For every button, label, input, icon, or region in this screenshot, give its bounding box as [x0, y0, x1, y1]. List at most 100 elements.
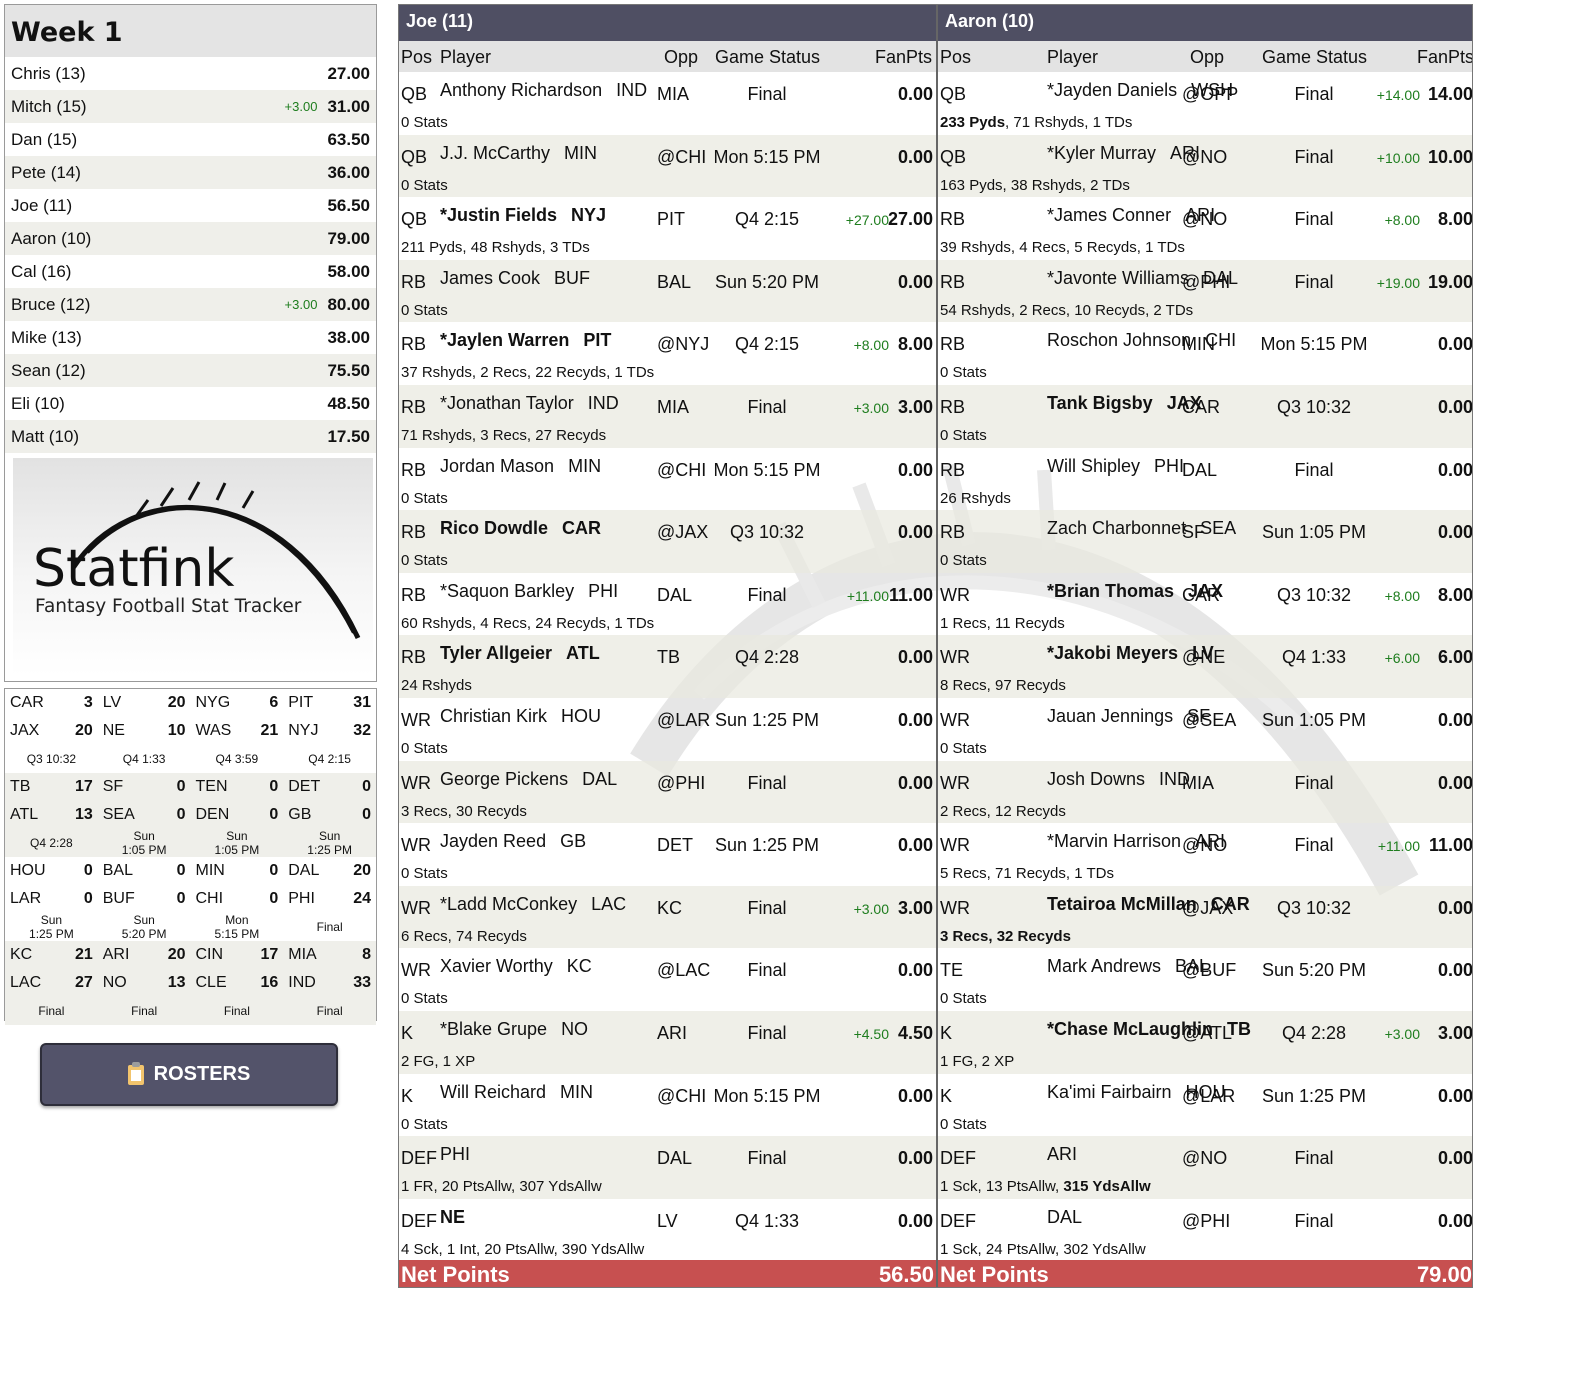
fantasy-points: 0.00 [1437, 334, 1473, 355]
player-name[interactable]: DAL [1047, 1207, 1082, 1227]
player-name[interactable]: Roschon Johnson [1047, 330, 1191, 350]
team-header[interactable]: Aaron (10) [938, 5, 1472, 41]
home-score: 0 [362, 806, 371, 823]
game-score[interactable]: SF 0 SEA 0 Sun 1:05 PM [98, 773, 191, 857]
fanpts-header[interactable]: FanPts [875, 47, 932, 68]
game-score[interactable]: DAL 20 PHI 24 Final [283, 857, 376, 941]
fantasy-points: 0.00 [897, 146, 933, 167]
player-name[interactable]: *Brian Thomas [1047, 581, 1174, 601]
standing-row[interactable]: Pete (14) 36.00 [5, 156, 376, 189]
player-name[interactable]: NE [440, 1207, 465, 1227]
game-status-header[interactable]: Game Status [1262, 47, 1367, 68]
stats-bold: 315 YdsAllw [1063, 1178, 1151, 1196]
team-header[interactable]: Joe (11) [399, 5, 936, 41]
player-name-group: *Jonathan Taylor IND [440, 393, 619, 414]
player-name[interactable]: Mark Andrews [1047, 956, 1161, 976]
standing-row[interactable]: Eli (10) 48.50 [5, 387, 376, 420]
rosters-button[interactable]: ROSTERS [40, 1043, 338, 1106]
player-name[interactable]: *Saquon Barkley [440, 581, 574, 601]
fanpts-header[interactable]: FanPts [1417, 47, 1472, 68]
opponent: MIA [1182, 772, 1215, 793]
player-name[interactable]: J.J. McCarthy [440, 143, 550, 163]
player-name[interactable]: Xavier Worthy [440, 956, 553, 976]
standing-row[interactable]: Mike (13) 38.00 [5, 321, 376, 354]
player-name[interactable]: Will Reichard [440, 1082, 546, 1102]
player-name[interactable]: Tank Bigsby [1047, 393, 1153, 413]
player-header[interactable]: Player [1047, 47, 1098, 68]
player-stats: 233 Pyds, 71 Rshyds, 1 TDs [940, 114, 1132, 131]
game-score[interactable]: DET 0 GB 0 Sun 1:25 PM [283, 773, 376, 857]
away-score: 21 [74, 946, 93, 963]
rosters-button-label: ROSTERS [153, 1063, 251, 1085]
game-score[interactable]: MIA 8 IND 33 Final [283, 941, 376, 1025]
player-name[interactable]: James Cook [440, 268, 540, 288]
player-name[interactable]: Will Shipley [1047, 456, 1140, 476]
game-score[interactable]: LV 20 NE 10 Q4 1:33 [98, 689, 191, 773]
player-name[interactable]: Anthony Richardson [440, 80, 602, 100]
player-name[interactable]: PHI [440, 1144, 470, 1164]
pos-header[interactable]: Pos [401, 47, 432, 68]
standing-score-group: 75.50 [317, 361, 370, 381]
opp-header[interactable]: Opp [1190, 47, 1224, 68]
player-name[interactable]: *Marvin Harrison [1047, 831, 1181, 851]
player-name[interactable]: Christian Kirk [440, 706, 547, 726]
game-score[interactable]: TB 17 ATL 13 Q4 2:28 [5, 773, 98, 857]
player-name[interactable]: George Pickens [440, 769, 568, 789]
player-name[interactable]: Jordan Mason [440, 456, 554, 476]
standing-row[interactable]: Bruce (12) +3.00 80.00 [5, 288, 376, 321]
standing-row[interactable]: Sean (12) 75.50 [5, 354, 376, 387]
standing-row[interactable]: Mitch (15) +3.00 31.00 [5, 90, 376, 123]
player-name[interactable]: Josh Downs [1047, 769, 1145, 789]
player-name[interactable]: Tyler Allgeier [440, 643, 552, 663]
standing-row[interactable]: Joe (11) 56.50 [5, 189, 376, 222]
player-name[interactable]: *Ladd McConkey [440, 894, 577, 914]
player-name[interactable]: Rico Dowdle [440, 518, 548, 538]
away-team-line: TB 17 [10, 773, 93, 801]
game-score[interactable]: KC 21 LAC 27 Final [5, 941, 98, 1025]
player-name[interactable]: *Blake Grupe [440, 1019, 547, 1039]
player-name[interactable]: Tetairoa McMillan [1047, 894, 1197, 914]
game-score[interactable]: TEN 0 DEN 0 Sun 1:05 PM [191, 773, 284, 857]
player-name[interactable]: *Jakobi Meyers [1047, 643, 1178, 663]
opp-header[interactable]: Opp [664, 47, 698, 68]
player-name[interactable]: *Jaylen Warren [440, 330, 569, 350]
player-name[interactable]: Jauan Jennings [1047, 706, 1173, 726]
standing-row[interactable]: Chris (13) 27.00 [5, 57, 376, 90]
game-score[interactable]: BAL 0 BUF 0 Sun 5:20 PM [98, 857, 191, 941]
standing-score-group: 48.50 [317, 394, 370, 414]
standing-row[interactable]: Dan (15) 63.50 [5, 123, 376, 156]
game-score[interactable]: CAR 3 JAX 20 Q3 10:32 [5, 689, 98, 773]
logo-tagline: Fantasy Football Stat Tracker [35, 596, 302, 617]
player-name[interactable]: *Kyler Murray [1047, 143, 1156, 163]
player-name[interactable]: *James Conner [1047, 205, 1171, 225]
game-score[interactable]: MIN 0 CHI 0 Mon 5:15 PM [191, 857, 284, 941]
player-name[interactable]: Ka'imi Fairbairn [1047, 1082, 1171, 1102]
player-name[interactable]: *Jayden Daniels [1047, 80, 1177, 100]
standing-row[interactable]: Matt (10) 17.50 [5, 420, 376, 453]
player-name[interactable]: *Justin Fields [440, 205, 557, 225]
player-name-group: Rico Dowdle CAR [440, 518, 601, 539]
game-status: Final [747, 1148, 787, 1169]
game-status-header[interactable]: Game Status [715, 47, 820, 68]
game-score[interactable]: HOU 0 LAR 0 Sun 1:25 PM [5, 857, 98, 941]
fantasy-points: 3.00 [897, 396, 933, 417]
player-position: QB [401, 209, 428, 230]
player-name[interactable]: ARI [1047, 1144, 1077, 1164]
standing-row[interactable]: Aaron (10) 79.00 [5, 222, 376, 255]
player-header[interactable]: Player [440, 47, 491, 68]
game-score[interactable]: PIT 31 NYJ 32 Q4 2:15 [283, 689, 376, 773]
standing-row[interactable]: Cal (16) 58.00 [5, 255, 376, 288]
game-score[interactable]: ARI 20 NO 13 Final [98, 941, 191, 1025]
pos-header[interactable]: Pos [940, 47, 971, 68]
player-name[interactable]: *Jonathan Taylor [440, 393, 574, 413]
player-name[interactable]: Jayden Reed [440, 831, 546, 851]
player-position: RB [940, 209, 966, 230]
player-name-group: *Jaylen Warren PIT [440, 330, 611, 351]
game-score[interactable]: NYG 6 WAS 21 Q4 3:59 [191, 689, 284, 773]
fantasy-points: 0.00 [1437, 772, 1473, 793]
player-name[interactable]: Zach Charbonnet [1047, 518, 1186, 538]
player-name-group: PHI [440, 1144, 484, 1165]
away-score: 3 [83, 694, 93, 711]
game-score[interactable]: CIN 17 CLE 16 Final [191, 941, 284, 1025]
player-name[interactable]: *Javonte Williams [1047, 268, 1189, 288]
